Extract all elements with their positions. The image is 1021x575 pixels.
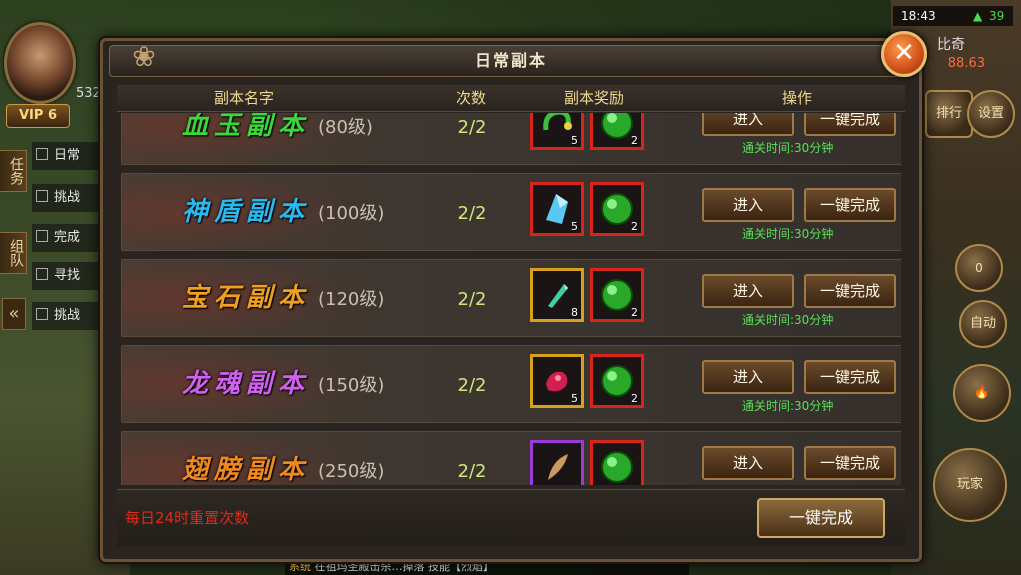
dungeon-name: 血玉副本 — [182, 113, 311, 141]
enter-button[interactable]: 进入 — [702, 113, 794, 136]
clear-time: 通关时间:30分钟 — [742, 141, 834, 155]
dungeon-name: 神盾副本 — [182, 197, 311, 227]
dungeon-level: (80级) — [318, 117, 373, 138]
reward-quantity: 2 — [631, 134, 638, 147]
dungeon-name: 翅膀副本 — [182, 455, 311, 485]
reward-quantity: 5 — [571, 392, 578, 405]
checkbox-icon — [36, 308, 48, 320]
reward-quantity: 2 — [631, 306, 638, 319]
dungeon-level: (100级) — [318, 203, 385, 224]
reward-slot[interactable] — [590, 440, 644, 485]
dungeon-count: 2/2 — [457, 289, 487, 310]
dungeon-row: 神盾副本 (100级) 2/2 5 2 进入 一键完成 通关时间:30分钟 — [121, 173, 901, 251]
one-click-complete-button[interactable]: 一键完成 — [804, 188, 896, 222]
clear-time: 通关时间:30分钟 — [742, 399, 834, 413]
reward-slot[interactable]: 5 — [530, 354, 584, 408]
checkbox-icon — [36, 190, 48, 202]
header-name: 副本名字 — [213, 89, 274, 107]
player-level: 532 — [76, 86, 101, 101]
dungeon-level: (250级) — [318, 461, 385, 482]
checkbox-icon — [36, 268, 48, 280]
map-coordinate: 88.63 — [947, 56, 985, 71]
checkbox-icon — [36, 230, 48, 242]
feather-icon — [548, 454, 568, 480]
dungeon-count: 2/2 — [457, 375, 487, 396]
reward-slot[interactable]: 8 — [530, 268, 584, 322]
reward-slot[interactable]: 2 — [590, 182, 644, 236]
reward-slot[interactable]: 5 — [530, 113, 584, 150]
dungeon-row: 龙魂副本 (150级) 2/2 5 2 进入 一键完成 通关时间:30分钟 — [121, 345, 901, 423]
device-status-bar: 18:43 ▲ 39 — [893, 6, 1013, 26]
reward-slot[interactable]: 2 — [590, 113, 644, 150]
map-name: 比奇 — [937, 37, 965, 53]
reward-slot[interactable]: 5 — [530, 182, 584, 236]
dungeon-count: 2/2 — [457, 461, 487, 482]
collapse-panel-button[interactable]: « — [2, 298, 26, 330]
green-orb-icon — [601, 451, 633, 483]
reward-quantity: 2 — [631, 392, 638, 405]
dungeon-name: 龙魂副本 — [182, 369, 311, 399]
dungeon-row: 翅膀副本 (250级) 2/2 进入 一键完成 — [121, 431, 901, 485]
dragon-ornament-icon: ❀ — [132, 40, 156, 73]
daily-reset-note: 每日24时重置次数 — [125, 509, 250, 527]
complete-all-button[interactable]: 一键完成 — [757, 498, 885, 538]
reward-quantity: 2 — [631, 220, 638, 233]
battery-level: 39 — [989, 9, 1005, 23]
settings-button[interactable]: 设置 — [967, 90, 1015, 138]
wifi-icon: ▲ — [973, 9, 983, 23]
header-action: 操作 — [781, 89, 812, 107]
counter-badge[interactable]: 0 — [955, 244, 1003, 292]
dungeon-level: (120级) — [318, 289, 385, 310]
dialog-title: 日常副本 — [474, 51, 547, 70]
dungeon-row: 血玉副本 (80级) 2/2 5 2 进入 一键完成 通关时间:30分钟 — [121, 113, 901, 165]
one-click-complete-button[interactable]: 一键完成 — [804, 360, 896, 394]
player-avatar[interactable] — [4, 22, 76, 104]
dungeon-count: 2/2 — [457, 203, 487, 224]
dialog-header: 日常副本 — [109, 45, 913, 77]
reward-slot[interactable]: 2 — [590, 354, 644, 408]
dungeon-count: 2/2 — [457, 117, 487, 138]
daily-dungeon-dialog: 日常副本 ❀ ✕ 副本名字 次数 副本奖励 操作 血玉副本 (80级) 2/2 … — [100, 31, 927, 562]
checkbox-icon — [36, 148, 48, 160]
one-click-complete-button[interactable]: 一键完成 — [804, 274, 896, 308]
enter-button[interactable]: 进入 — [702, 188, 794, 222]
one-click-complete-button[interactable]: 一键完成 — [804, 446, 896, 480]
one-click-complete-button[interactable]: 一键完成 — [804, 113, 896, 136]
header-reward: 副本奖励 — [563, 89, 624, 107]
reward-quantity: 8 — [571, 306, 578, 319]
header-count: 次数 — [455, 89, 486, 107]
dungeon-row: 宝石副本 (120级) 2/2 8 2 进入 一键完成 通关时间:30分钟 — [121, 259, 901, 337]
dungeon-level: (150级) — [318, 375, 385, 396]
dungeon-list[interactable]: 血玉副本 (80级) 2/2 5 2 进入 一键完成 通关时间:30分钟 神盾副… — [121, 113, 901, 485]
auto-button[interactable]: 自动 — [959, 300, 1007, 348]
flame-icon: 🔥 — [973, 385, 991, 400]
close-button[interactable]: ✕ — [881, 31, 927, 77]
tab-team[interactable]: 组队 — [0, 232, 27, 274]
dungeon-name: 宝石副本 — [182, 283, 311, 313]
reward-quantity: 5 — [571, 134, 578, 147]
enter-button[interactable]: 进入 — [702, 446, 794, 480]
clear-time: 通关时间:30分钟 — [742, 227, 834, 241]
vip-badge[interactable]: VIP 6 — [6, 104, 70, 128]
ranking-button[interactable]: 排行 — [925, 90, 973, 138]
tab-task[interactable]: 任务 — [0, 150, 27, 192]
reward-slot[interactable]: 2 — [590, 268, 644, 322]
dialog-footer: 每日24时重置次数 一键完成 — [117, 489, 905, 546]
reward-slot[interactable] — [530, 440, 584, 485]
clock: 18:43 — [901, 9, 936, 23]
clear-time: 通关时间:30分钟 — [742, 313, 834, 327]
player-button[interactable]: 玩家 — [933, 448, 1007, 522]
skill-button[interactable]: 🔥 — [953, 364, 1011, 422]
close-icon: ✕ — [893, 38, 915, 68]
enter-button[interactable]: 进入 — [702, 274, 794, 308]
reward-quantity: 5 — [571, 220, 578, 233]
enter-button[interactable]: 进入 — [702, 360, 794, 394]
